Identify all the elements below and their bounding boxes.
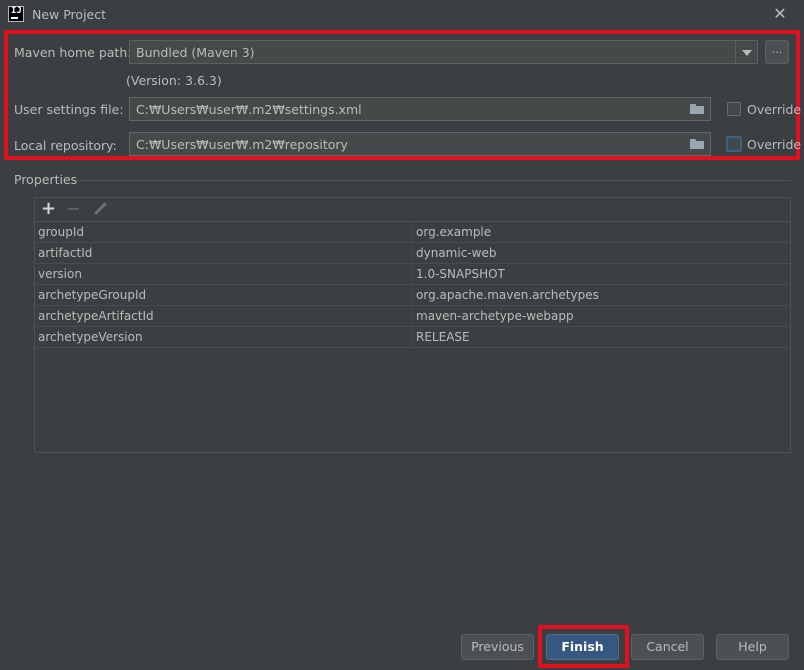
column-divider [412, 306, 413, 327]
app-icon-underline [11, 17, 18, 19]
add-icon[interactable]: + [41, 199, 56, 219]
column-divider [412, 243, 413, 264]
property-key: archetypeVersion [38, 330, 143, 344]
property-key: archetypeGroupId [38, 288, 147, 302]
finish-button[interactable]: Finish [546, 634, 619, 660]
properties-toolbar: + − [35, 198, 790, 222]
maven-home-value: Bundled (Maven 3) [136, 45, 255, 60]
table-row[interactable]: groupId org.example [35, 222, 790, 243]
user-settings-label: User settings file: [14, 102, 124, 117]
property-value[interactable]: maven-archetype-webapp [416, 309, 574, 323]
edit-icon[interactable] [93, 202, 107, 216]
window-title: New Project [32, 7, 107, 22]
property-key: artifactId [38, 246, 93, 260]
maven-version-text: (Version: 3.6.3) [126, 73, 222, 88]
maven-home-combobox[interactable]: Bundled (Maven 3) [129, 40, 758, 64]
property-value[interactable]: org.example [416, 225, 491, 239]
property-value[interactable]: 1.0-SNAPSHOT [416, 267, 505, 281]
column-divider [412, 285, 413, 306]
table-row[interactable]: version 1.0-SNAPSHOT [35, 264, 790, 285]
local-repository-override-checkbox[interactable] [726, 136, 742, 152]
local-repository-override-label[interactable]: Override [747, 137, 801, 152]
intellij-app-icon: IJ [8, 6, 24, 22]
properties-table: groupId org.example artifactId dynamic-w… [35, 222, 790, 348]
table-row[interactable]: archetypeVersion RELEASE [35, 327, 790, 348]
local-repository-value: C:₩Users₩user₩.m2₩repository [136, 137, 348, 152]
property-value[interactable]: dynamic-web [416, 246, 496, 260]
table-row[interactable]: artifactId dynamic-web [35, 243, 790, 264]
property-key: groupId [38, 225, 85, 239]
local-repository-label: Local repository: [14, 138, 117, 153]
title-bar: IJ New Project ✕ [0, 0, 804, 30]
table-row[interactable]: archetypeGroupId org.apache.maven.archet… [35, 285, 790, 306]
property-value[interactable]: RELEASE [416, 330, 470, 344]
user-settings-value: C:₩Users₩user₩.m2₩settings.xml [136, 102, 362, 117]
help-button[interactable]: Help [716, 634, 789, 660]
maven-home-label: Maven home path: [14, 45, 132, 60]
property-key: version [38, 267, 82, 281]
column-divider [412, 264, 413, 285]
section-divider [76, 180, 791, 181]
property-value[interactable]: org.apache.maven.archetypes [416, 288, 599, 302]
table-row[interactable]: archetypeArtifactId maven-archetype-weba… [35, 306, 790, 327]
cancel-button[interactable]: Cancel [631, 634, 704, 660]
maven-home-browse-button[interactable]: ... [765, 40, 789, 64]
close-icon[interactable]: ✕ [770, 4, 790, 24]
local-repository-field[interactable]: C:₩Users₩user₩.m2₩repository [129, 132, 711, 156]
remove-icon[interactable]: − [67, 199, 80, 219]
user-settings-override-label[interactable]: Override [747, 102, 801, 117]
property-key: archetypeArtifactId [38, 309, 154, 323]
column-divider [412, 327, 413, 348]
properties-section-label: Properties [14, 172, 78, 187]
dropdown-arrow-icon[interactable] [735, 41, 757, 63]
app-icon-text: IJ [11, 6, 22, 16]
properties-panel: + − groupId org.example artifactId dynam… [34, 197, 791, 453]
column-divider [412, 222, 413, 243]
user-settings-override-checkbox[interactable] [727, 102, 741, 116]
folder-icon[interactable] [690, 104, 704, 114]
folder-icon[interactable] [690, 139, 704, 149]
previous-button[interactable]: Previous [461, 634, 534, 660]
user-settings-field[interactable]: C:₩Users₩user₩.m2₩settings.xml [129, 97, 711, 121]
